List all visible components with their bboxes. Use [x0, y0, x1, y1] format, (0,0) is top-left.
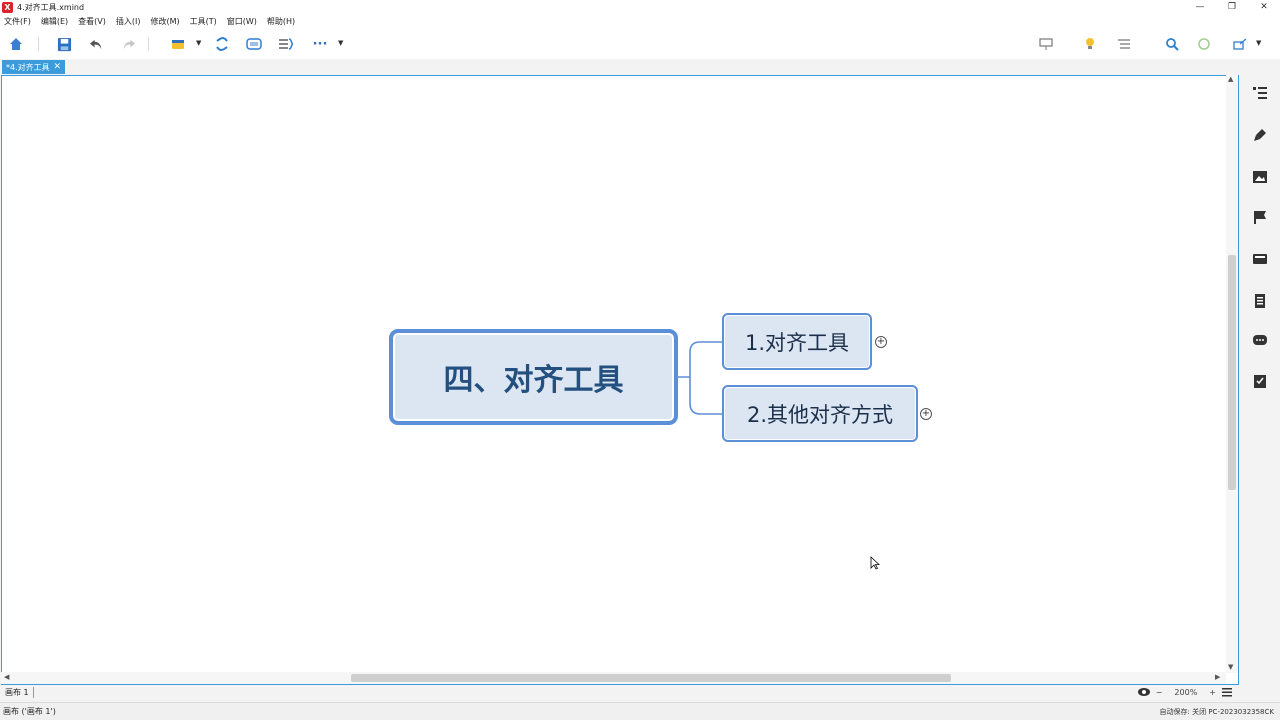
- status-autosave: 自动保存: 关闭 PC-2023032358CK: [1159, 707, 1274, 716]
- zoom-controls: − 200% +: [1137, 685, 1232, 699]
- zoom-out-button[interactable]: −: [1156, 688, 1163, 697]
- central-topic[interactable]: 四、对齐工具: [389, 329, 678, 425]
- sheet-bar: 画布 1 − 200% +: [0, 685, 1240, 699]
- menu-lines-icon[interactable]: [1222, 687, 1232, 697]
- expand-plus-icon[interactable]: +: [875, 336, 887, 348]
- comment-icon: [1253, 335, 1267, 345]
- marker-button[interactable]: [1252, 251, 1268, 267]
- right-side-panel: [1240, 75, 1280, 685]
- expand-plus-icon[interactable]: +: [920, 408, 932, 420]
- central-topic-label: 四、对齐工具: [443, 363, 624, 398]
- sheet-tab[interactable]: 画布 1: [5, 686, 34, 698]
- comment-button[interactable]: [1252, 333, 1268, 349]
- task-button[interactable]: [1252, 373, 1268, 389]
- format-button[interactable]: [1252, 127, 1268, 143]
- horizontal-scrollbar[interactable]: ◀ ▶: [1, 672, 1226, 684]
- scroll-right-icon[interactable]: ▶: [1215, 673, 1220, 681]
- subtopic-2[interactable]: 2.其他对齐方式: [722, 385, 918, 442]
- flag-button[interactable]: [1252, 209, 1268, 225]
- notes-button[interactable]: [1252, 293, 1268, 309]
- outline-view-icon: [1253, 87, 1267, 99]
- xmind-window: X 4.对齐工具.xmind — ❐ ✕ 文件(F) 编辑(E) 查看(V) 插…: [0, 0, 1280, 720]
- zoom-in-button[interactable]: +: [1209, 688, 1216, 697]
- vertical-scroll-thumb[interactable]: [1228, 255, 1236, 490]
- horizontal-scroll-thumb[interactable]: [351, 674, 951, 682]
- marker-icon: [1253, 254, 1267, 264]
- subtopic-2-label: 2.其他对齐方式: [746, 402, 894, 427]
- zoom-level: 200%: [1174, 687, 1198, 697]
- status-sheet-info: 画布 ('画布 1'): [3, 707, 56, 716]
- image-icon: [1253, 171, 1267, 183]
- format-brush-icon: [1254, 129, 1266, 141]
- subtopic-1[interactable]: 1.对齐工具: [722, 313, 872, 370]
- flag-icon: [1254, 211, 1266, 224]
- scroll-up-icon[interactable]: ▲: [1228, 75, 1233, 83]
- subtopic-1-label: 1.对齐工具: [744, 330, 850, 355]
- outline-view-button[interactable]: [1252, 85, 1268, 101]
- vertical-scrollbar[interactable]: ▲ ▼: [1226, 75, 1238, 673]
- mouse-cursor-icon: [870, 556, 880, 570]
- notes-icon: [1255, 294, 1265, 308]
- task-icon: [1254, 375, 1266, 388]
- status-bar: 画布 ('画布 1') 自动保存: 关闭 PC-2023032358CK: [0, 702, 1280, 720]
- eye-icon[interactable]: [1137, 687, 1150, 697]
- scroll-left-icon[interactable]: ◀: [4, 673, 9, 681]
- scroll-down-icon[interactable]: ▼: [1228, 663, 1233, 671]
- image-button[interactable]: [1252, 169, 1268, 185]
